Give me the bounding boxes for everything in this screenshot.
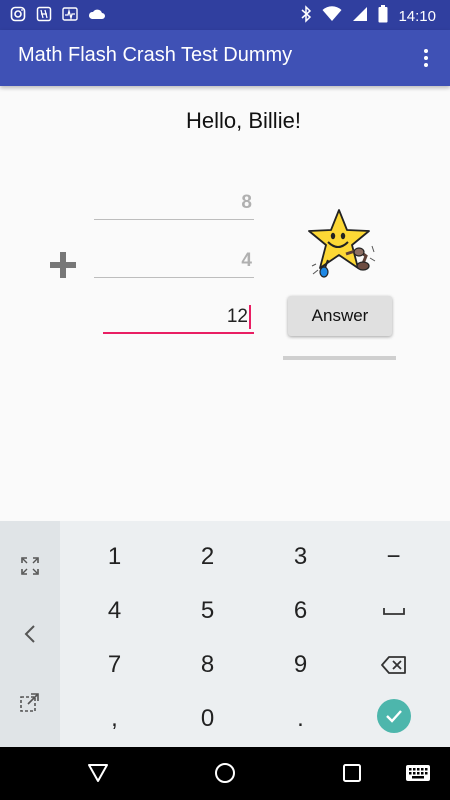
instagram-icon [10,6,26,22]
answer-button[interactable]: Answer [288,296,392,336]
star-mascot-icon [306,208,376,280]
key-dot[interactable]: . [254,692,347,746]
overflow-menu-icon[interactable] [414,44,438,72]
clock: 14:10 [398,7,436,25]
space-key-icon[interactable] [364,584,424,638]
recents-square-icon[interactable] [340,761,364,785]
enter-key[interactable] [364,689,424,743]
bluetooth-icon [300,5,312,27]
key-5[interactable]: 5 [161,584,254,638]
checkmark-icon [377,699,411,733]
activity-icon [62,6,78,22]
navigation-bar [0,747,450,800]
answer-input-value: 12 [226,306,248,327]
key-4[interactable]: 4 [68,584,161,638]
progress-bar [283,356,396,360]
app-icon [36,6,52,22]
backspace-icon[interactable] [364,638,424,692]
back-arrow-icon[interactable] [0,607,60,661]
back-triangle-icon[interactable] [86,761,110,785]
popout-icon[interactable] [0,675,60,729]
greeting-text: Hello, Billie! [186,108,301,133]
text-cursor [249,304,251,329]
keyboard-side-panel [0,521,60,747]
status-bar: 14:10 [0,0,450,30]
key-comma[interactable]: , [68,692,161,746]
key-0[interactable]: 0 [161,692,254,746]
key-7[interactable]: 7 [68,638,161,692]
fullscreen-icon[interactable] [0,539,60,593]
numeric-keyboard: 1 2 3 − 4 5 6 7 8 9 , 0 . [0,521,450,747]
keyboard-switch-icon[interactable] [404,761,432,785]
key-9[interactable]: 9 [254,638,347,692]
key-1[interactable]: 1 [68,530,161,584]
home-circle-icon[interactable] [213,761,237,785]
app-bar: Math Flash Crash Test Dummy [0,30,450,86]
operand1-field: 8 [94,190,254,220]
key-6[interactable]: 6 [254,584,347,638]
wifi-icon [322,6,342,26]
operand2-field: 4 [94,248,254,278]
plus-icon [48,250,78,280]
key-2[interactable]: 2 [161,530,254,584]
battery-icon [378,5,388,27]
app-title: Math Flash Crash Test Dummy [18,44,293,66]
key-minus[interactable]: − [347,530,440,584]
key-3[interactable]: 3 [254,530,347,584]
cloud-icon [88,6,105,22]
signal-icon [352,6,368,26]
answer-input[interactable]: 12 [103,302,254,334]
key-8[interactable]: 8 [161,638,254,692]
